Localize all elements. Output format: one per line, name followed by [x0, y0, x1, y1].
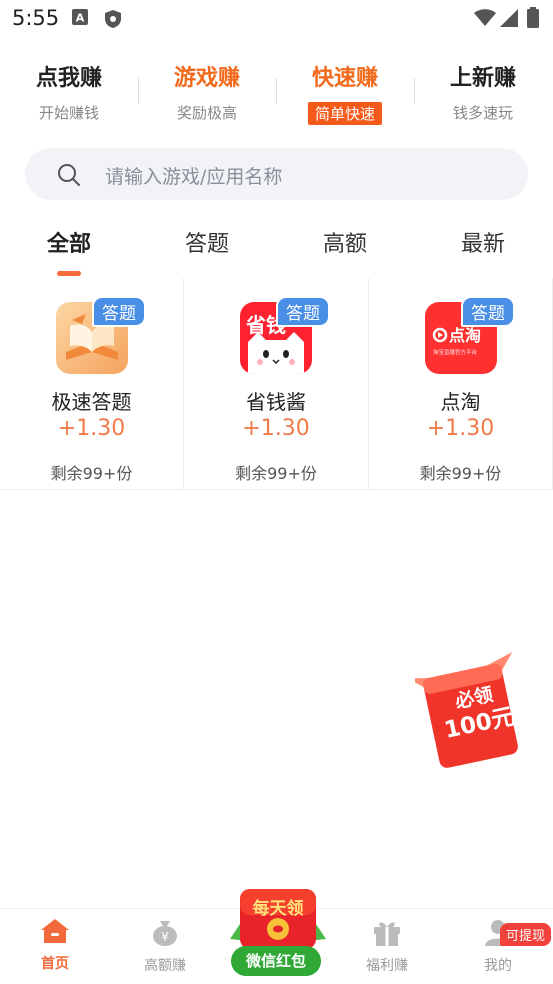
app-remaining: 剩余99+份	[235, 464, 317, 483]
svg-text:A: A	[76, 12, 85, 25]
nav-dianwozhuan[interactable]: 点我赚 开始赚钱	[0, 56, 138, 123]
promo-red-envelope[interactable]: 必领 100元	[407, 648, 525, 768]
app-tag: 答题	[461, 296, 515, 327]
nav-subtitle: 开始赚钱	[38, 104, 99, 122]
home-icon	[39, 919, 71, 949]
shield-icon	[104, 9, 122, 33]
app-reward: +1.30	[426, 416, 495, 441]
bottom-nav-home[interactable]: 首页	[0, 917, 110, 973]
nav-subtitle-badge: 简单快速	[307, 102, 382, 125]
nav-title: 上新赚	[449, 66, 516, 91]
tab-indicator	[57, 271, 81, 276]
app-card-jisudati[interactable]: 答题 极速答题 +1.30 剩余99+份	[0, 278, 184, 490]
app-remaining: 剩余99+份	[419, 464, 502, 483]
bottom-nav-label: 高额赚	[144, 958, 186, 974]
bottom-nav-welfare[interactable]: 福利赚	[332, 917, 442, 975]
app-card-shengqianjiang[interactable]: 省钱 答题 省钱酱 +1.30 剩余99+份	[184, 278, 369, 490]
wifi-icon	[474, 9, 496, 31]
tab-all[interactable]: 全部	[0, 226, 138, 258]
money-bag-icon: ¥	[150, 921, 180, 951]
gift-icon	[372, 922, 402, 951]
app-grid: 答题 极速答题 +1.30 剩余99+份 省钱 答题 省钱酱 +1.30 剩余9…	[0, 278, 553, 490]
app-reward: +1.30	[242, 416, 310, 441]
app-name: 极速答题	[51, 390, 132, 414]
nav-title: 快速赚	[311, 66, 378, 91]
search-input[interactable]: 请输入游戏/应用名称	[25, 148, 528, 200]
app-name: 省钱酱	[246, 390, 306, 414]
nav-kuaisuzhuan[interactable]: 快速赚 简单快速	[276, 56, 414, 125]
app-tag: 答题	[92, 296, 146, 327]
status-time: 5:55	[12, 6, 60, 30]
app-card-diantao[interactable]: 点淘 淘宝直播官方平台 答题 点淘 +1.30 剩余99+份	[369, 278, 553, 490]
tab-latest[interactable]: 最新	[414, 226, 552, 258]
battery-icon	[527, 7, 539, 32]
nav-youxizhuan[interactable]: 游戏赚 奖励极高	[138, 56, 276, 123]
bottom-nav-label: 我的	[484, 958, 512, 974]
nav-subtitle: 钱多速玩	[452, 104, 513, 122]
app-tag: 答题	[276, 296, 330, 327]
category-tabs: 全部 答题 高额 最新	[0, 226, 553, 276]
search-placeholder: 请输入游戏/应用名称	[105, 166, 283, 188]
diantao-icon-subtext: 淘宝直播官方平台	[433, 348, 478, 356]
bottom-nav-high-earn[interactable]: ¥ 高额赚	[110, 917, 220, 975]
app-name: 点淘	[440, 390, 481, 414]
tab-quiz[interactable]: 答题	[138, 226, 276, 258]
signal-icon	[500, 9, 518, 31]
tab-high[interactable]: 高额	[276, 226, 414, 258]
bottom-nav-label: 福利赚	[366, 958, 408, 974]
svg-text:¥: ¥	[161, 930, 169, 944]
nav-title: 游戏赚	[173, 66, 240, 91]
nav-shangxinzhuan[interactable]: 上新赚 钱多速玩	[414, 56, 552, 123]
top-nav: 点我赚 开始赚钱 游戏赚 奖励极高 快速赚 简单快速 上新赚 钱多速玩	[0, 56, 553, 136]
redeem-badge: 可提现	[500, 923, 552, 946]
nav-subtitle: 奖励极高	[176, 104, 237, 122]
a-icon: A	[72, 9, 88, 29]
app-reward: +1.30	[57, 416, 126, 441]
bottom-nav-label: 首页	[41, 956, 69, 972]
center-badge-top-text: 每天领	[252, 899, 304, 919]
wechat-red-packet-label[interactable]: 微信红包	[231, 946, 321, 976]
status-bar: 5:55 A	[0, 0, 553, 40]
search-icon	[57, 163, 81, 191]
app-remaining: 剩余99+份	[50, 464, 133, 483]
nav-title: 点我赚	[35, 66, 102, 91]
diantao-icon-text: 点淘	[449, 326, 481, 345]
